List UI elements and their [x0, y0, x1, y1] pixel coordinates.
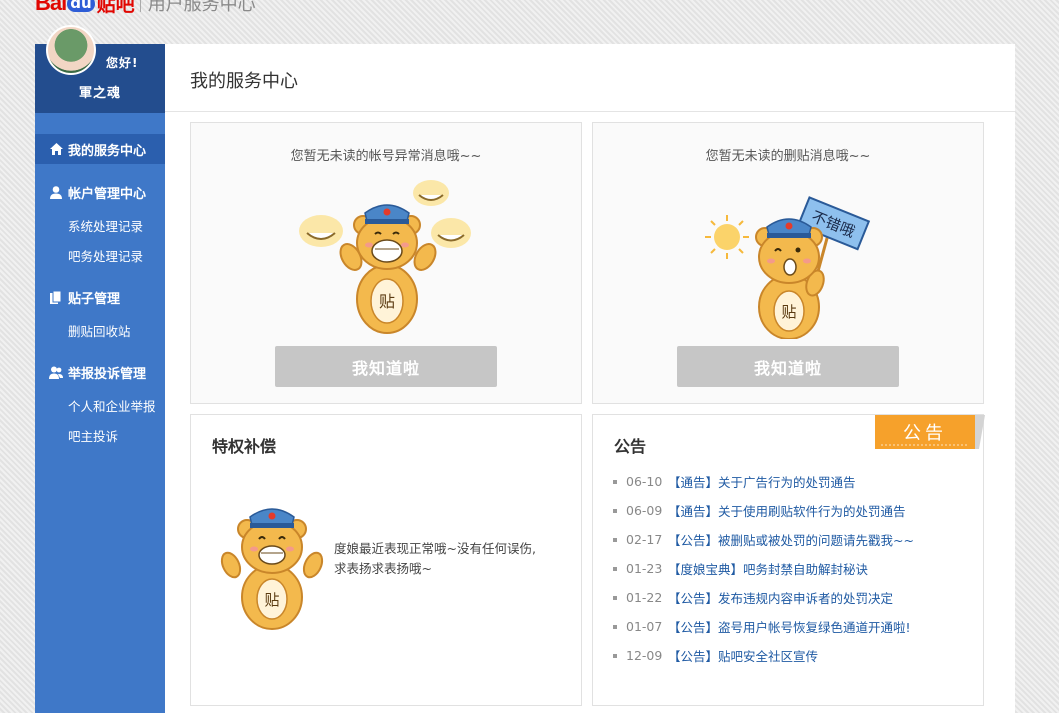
bullet-icon	[613, 566, 617, 571]
notice-tag-banner: 公告	[875, 415, 985, 449]
notice-title: 公告	[614, 437, 647, 456]
notice-date: 12-09	[626, 648, 663, 663]
sidebar-item-label: 我的服务中心	[68, 143, 147, 159]
bear-mascot-cheering-icon: 贴	[299, 180, 471, 334]
bear-belly-glyph: 贴	[781, 303, 796, 321]
account-message-card: 您暂无未读的帐号异常消息哦~~ 贴 我知道啦	[190, 122, 582, 404]
user-icon	[49, 186, 63, 199]
notice-date: 01-23	[626, 561, 663, 576]
bear-belly-glyph: 贴	[379, 292, 395, 311]
sidebar-item-owner-complaint[interactable]: 吧主投诉	[68, 426, 118, 445]
baidu-tieba-logo[interactable]: Bai du 贴吧 用户服务中心	[35, 0, 256, 16]
list-item[interactable]: 01-23 【度娘宝典】 吧务封禁自助解封秘诀	[613, 554, 914, 583]
logo-bai-text: Bai	[35, 0, 67, 15]
bear-mascot-sign-icon: 不错哦 贴	[705, 196, 871, 339]
privilege-text: 度娘最近表现正常哦~没有任何误伤, 求表扬求表扬哦~	[334, 539, 559, 579]
notice-link[interactable]: 发布违规内容申诉者的处罚决定	[718, 588, 893, 607]
user-box: 您好! 軍之魂	[35, 25, 165, 113]
bullet-icon	[613, 508, 617, 513]
notice-list: 06-10 【通告】 关于广告行为的处罚通告 06-09 【通告】 关于使用刷贴软件行为…	[613, 467, 914, 670]
greeting: 您好!	[106, 56, 139, 70]
sidebar-item-bar-records[interactable]: 吧务处理记录	[68, 246, 143, 265]
sidebar-section-reports[interactable]: 举报投诉管理	[35, 363, 165, 382]
username[interactable]: 軍之魂	[35, 82, 165, 101]
notice-date: 02-17	[626, 532, 663, 547]
sidebar-item-recycle-bin[interactable]: 删贴回收站	[68, 321, 131, 340]
notice-category[interactable]: 【公告】	[668, 617, 718, 636]
sidebar-section-label: 举报投诉管理	[68, 367, 147, 382]
privilege-title: 特权补偿	[212, 437, 277, 456]
sidebar-item-system-records[interactable]: 系统处理记录	[68, 216, 143, 235]
sidebar-section-label: 贴子管理	[68, 292, 121, 307]
logo-paw-du: du	[67, 0, 95, 12]
logo-tieba-text: 贴吧	[96, 0, 135, 16]
notice-link[interactable]: 关于广告行为的处罚通告	[718, 472, 856, 491]
notice-link[interactable]: 吧务封禁自助解封秘诀	[743, 559, 868, 578]
delete-message-card: 您暂无未读的删贴消息哦~~ 不错哦 贴 我知道啦	[592, 122, 984, 404]
delete-message-text: 您暂无未读的删贴消息哦~~	[705, 149, 871, 164]
notice-date: 01-07	[626, 619, 663, 634]
bullet-icon	[613, 537, 617, 542]
notice-category[interactable]: 【通告】	[668, 501, 718, 520]
privilege-card: 特权补偿 贴 度娘最近表现正常哦~没有任何误伤, 求表扬求表扬哦~	[190, 414, 582, 706]
page-title: 我的服务中心	[190, 71, 298, 92]
main-panel: 我的服务中心 您暂无未读的帐号异常消息哦~~ 贴 我知道啦 您暂无未读的删贴消息…	[165, 44, 1015, 713]
sidebar: 您好! 軍之魂 我的服务中心 帐户管理中心 系统处理记录 吧务处理记录 贴子管理…	[35, 25, 165, 713]
bear-mascot-laughing-icon: 贴	[220, 508, 324, 630]
list-item[interactable]: 12-09 【公告】 贴吧安全社区宣传	[613, 641, 914, 670]
privilege-text-line2: 求表扬求表扬哦~	[334, 561, 432, 576]
sidebar-item-personal-report[interactable]: 个人和企业举报	[68, 396, 156, 415]
bullet-icon	[613, 479, 617, 484]
notice-category[interactable]: 【公告】	[668, 530, 718, 549]
notice-category[interactable]: 【公告】	[668, 646, 718, 665]
bullet-icon	[613, 595, 617, 600]
notice-category[interactable]: 【通告】	[668, 472, 718, 491]
bullet-icon	[613, 624, 617, 629]
sidebar-section-account[interactable]: 帐户管理中心	[35, 183, 165, 202]
list-item[interactable]: 06-10 【通告】 关于广告行为的处罚通告	[613, 467, 914, 496]
delete-ack-button[interactable]: 我知道啦	[677, 346, 899, 387]
account-message-text: 您暂无未读的帐号异常消息哦~~	[290, 149, 482, 164]
bear-belly-glyph: 贴	[264, 591, 279, 609]
header-subtitle: 用户服务中心	[147, 0, 256, 15]
notice-date: 01-22	[626, 590, 663, 605]
notice-date: 06-10	[626, 474, 663, 489]
notice-date: 06-09	[626, 503, 663, 518]
bullet-icon	[613, 653, 617, 658]
notice-link[interactable]: 被删贴或被处罚的问题请先戳我~~	[718, 530, 914, 549]
sidebar-section-posts[interactable]: 贴子管理	[35, 288, 165, 307]
notice-card: 公告 公告 06-10 【通告】 关于广告行为的处罚通告 06-09 【通告】 关于使用…	[592, 414, 985, 706]
notice-link[interactable]: 关于使用刷贴软件行为的处罚通告	[718, 501, 906, 520]
list-item[interactable]: 01-22 【公告】 发布违规内容申诉者的处罚决定	[613, 583, 914, 612]
notice-category[interactable]: 【公告】	[668, 588, 718, 607]
title-divider	[165, 111, 1015, 112]
sidebar-item-my-service-center[interactable]: 我的服务中心	[35, 134, 165, 164]
list-item[interactable]: 02-17 【公告】 被删贴或被处罚的问题请先戳我~~	[613, 525, 914, 554]
avatar[interactable]	[46, 25, 96, 75]
notice-link[interactable]: 盗号用户帐号恢复绿色通道开通啦!	[718, 617, 911, 636]
notice-category[interactable]: 【度娘宝典】	[668, 559, 743, 578]
notice-link[interactable]: 贴吧安全社区宣传	[718, 646, 818, 665]
users-icon	[49, 366, 63, 379]
list-item[interactable]: 01-07 【公告】 盗号用户帐号恢复绿色通道开通啦!	[613, 612, 914, 641]
home-icon	[49, 143, 63, 155]
list-item[interactable]: 06-09 【通告】 关于使用刷贴软件行为的处罚通告	[613, 496, 914, 525]
notice-tag-label: 公告	[903, 423, 947, 444]
privilege-text-line1: 度娘最近表现正常哦~没有任何误伤,	[334, 541, 536, 556]
account-ack-button[interactable]: 我知道啦	[275, 346, 497, 387]
logo-divider	[139, 0, 141, 12]
documents-icon	[49, 291, 63, 304]
sidebar-section-label: 帐户管理中心	[68, 187, 147, 202]
